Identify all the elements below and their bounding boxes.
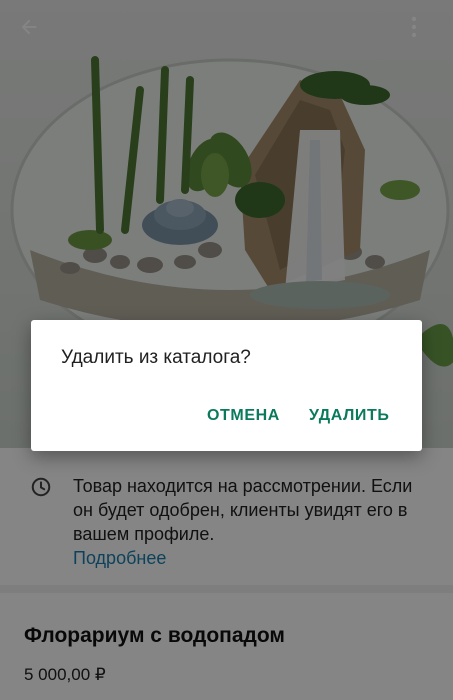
delete-confirm-dialog: Удалить из каталога? ОТМЕНА УДАЛИТЬ — [31, 320, 422, 451]
delete-button[interactable]: УДАЛИТЬ — [309, 398, 390, 434]
dialog-title: Удалить из каталога? — [61, 347, 251, 368]
cancel-button[interactable]: ОТМЕНА — [207, 398, 280, 434]
